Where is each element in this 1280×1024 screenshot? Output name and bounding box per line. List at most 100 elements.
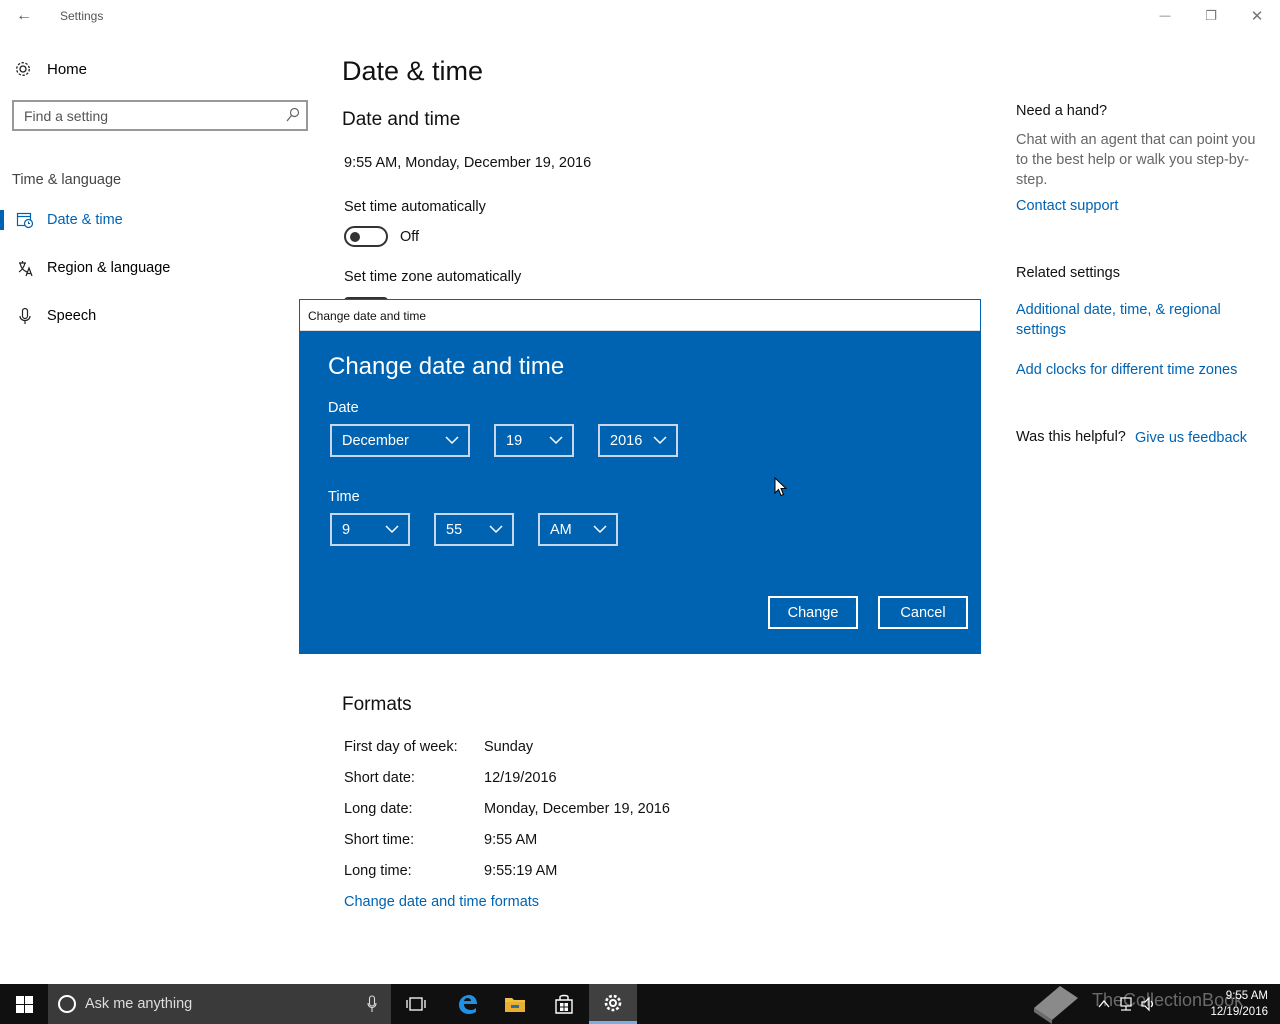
help-heading: Need a hand? <box>1016 103 1108 119</box>
search-input[interactable] <box>14 102 274 129</box>
close-button[interactable]: ✕ <box>1234 0 1280 32</box>
dialog-title-bar: Change date and time <box>300 300 980 331</box>
related-settings-heading: Related settings <box>1016 265 1120 281</box>
ampm-dropdown[interactable]: AM <box>538 513 618 546</box>
hour-dropdown[interactable]: 9 <box>330 513 410 546</box>
dialog-heading: Change date and time <box>328 353 565 380</box>
add-clocks-link[interactable]: Add clocks for different time zones <box>1016 360 1266 380</box>
additional-settings-link[interactable]: Additional date, time, & regional settin… <box>1016 300 1246 340</box>
system-tray: TheCollectionBook 9:55 AM 12/19/2016 <box>1030 984 1280 1024</box>
format-label: Long time: <box>344 863 412 879</box>
chevron-down-icon <box>445 436 459 445</box>
dialog-window-title: Change date and time <box>308 309 427 323</box>
region-language-icon <box>18 261 33 277</box>
window-title: Settings <box>60 9 104 23</box>
clock-time: 9:55 AM <box>1225 990 1268 1002</box>
store-taskbar-button[interactable] <box>540 984 588 1024</box>
search-icon <box>286 107 300 122</box>
hour-value: 9 <box>342 522 351 538</box>
chevron-down-icon <box>385 525 399 534</box>
windows-logo-icon <box>15 995 33 1013</box>
format-value: 9:55 AM <box>484 832 538 848</box>
network-icon[interactable] <box>1118 996 1134 1012</box>
format-label: Short date: <box>344 770 415 786</box>
month-value: December <box>342 433 409 449</box>
settings-search[interactable] <box>12 100 308 131</box>
sidebar-item-speech[interactable]: Speech <box>0 296 310 336</box>
chevron-down-icon <box>653 436 667 445</box>
nav-home[interactable]: Home <box>12 56 87 82</box>
edge-browser-icon <box>459 995 477 1014</box>
year-dropdown[interactable]: 2016 <box>598 424 678 457</box>
help-text: Chat with an agent that can point you to… <box>1016 132 1256 188</box>
page-title: Date & time <box>342 56 484 86</box>
restore-icon: ❐ <box>1205 8 1217 23</box>
settings-taskbar-button[interactable] <box>589 984 637 1024</box>
set-time-auto-toggle[interactable] <box>344 226 388 247</box>
store-bag-icon <box>555 994 573 1014</box>
day-value: 19 <box>506 433 523 449</box>
cortana-search-placeholder: Ask me anything <box>85 996 193 1012</box>
sidebar-item-date-time[interactable]: Date & time <box>0 200 310 240</box>
minute-value: 55 <box>446 522 463 538</box>
cortana-icon <box>58 995 76 1013</box>
clock-date: 12/19/2016 <box>1210 1006 1268 1018</box>
date-label: Date <box>328 400 359 416</box>
set-timezone-auto-label: Set time zone automatically <box>344 269 522 285</box>
file-explorer-button[interactable] <box>491 984 539 1024</box>
month-dropdown[interactable]: December <box>330 424 470 457</box>
microphone-icon[interactable] <box>367 995 377 1013</box>
ampm-value: AM <box>550 522 572 538</box>
current-datetime: 9:55 AM, Monday, December 19, 2016 <box>344 155 592 171</box>
mouse-cursor-icon <box>774 477 788 497</box>
back-button[interactable]: ← <box>0 0 48 32</box>
back-arrow-icon: ← <box>16 7 32 24</box>
change-button[interactable]: Change <box>768 596 858 629</box>
contact-support-link[interactable]: Contact support <box>1016 196 1266 216</box>
change-date-time-dialog: Change date and time Change date and tim… <box>299 299 981 654</box>
restore-button[interactable]: ❐ <box>1188 0 1234 32</box>
formats-title: Formats <box>342 694 412 715</box>
nav-home-label: Home <box>47 60 88 78</box>
gear-icon <box>16 62 30 76</box>
format-value: Monday, December 19, 2016 <box>484 801 670 817</box>
volume-icon[interactable] <box>1140 996 1156 1012</box>
cancel-button[interactable]: Cancel <box>878 596 968 629</box>
cortana-search-box[interactable]: Ask me anything <box>48 984 391 1024</box>
minimize-button[interactable]: — <box>1142 0 1188 32</box>
book-logo-icon <box>1034 986 1078 1024</box>
sidebar-item-label: Speech <box>47 308 97 324</box>
gear-icon <box>604 994 622 1011</box>
day-dropdown[interactable]: 19 <box>494 424 574 457</box>
sidebar-item-label: Region & language <box>47 260 171 276</box>
give-feedback-link[interactable]: Give us feedback <box>1135 428 1265 448</box>
taskbar-clock[interactable]: 9:55 AM 12/19/2016 <box>1210 988 1268 1020</box>
format-label: Short time: <box>344 832 415 848</box>
sidebar-item-region-language[interactable]: Region & language <box>0 248 310 288</box>
format-label: First day of week: <box>344 739 458 755</box>
calendar-clock-icon <box>16 212 34 229</box>
folder-icon <box>505 998 525 1012</box>
close-icon: ✕ <box>1250 8 1264 25</box>
taskbar: Ask me anything TheCollectionBook 9:55 A… <box>0 984 1280 1024</box>
sidebar-item-label: Date & time <box>47 212 123 228</box>
format-value: 9:55:19 AM <box>484 863 558 879</box>
title-bar: ← Settings — ❐ ✕ <box>0 0 1280 32</box>
chevron-down-icon <box>593 525 607 534</box>
minimize-icon: — <box>1159 10 1171 22</box>
time-label: Time <box>328 489 360 505</box>
chevron-up-icon[interactable] <box>1096 996 1112 1012</box>
edge-taskbar-button[interactable] <box>443 984 491 1024</box>
section-title: Date and time <box>342 109 461 130</box>
format-label: Long date: <box>344 801 413 817</box>
change-formats-link[interactable]: Change date and time formats <box>344 894 539 910</box>
minute-dropdown[interactable]: 55 <box>434 513 514 546</box>
format-value: Sunday <box>484 739 534 755</box>
chevron-down-icon <box>549 436 563 445</box>
task-view-icon <box>406 997 426 1011</box>
microphone-icon <box>19 307 31 324</box>
task-view-button[interactable] <box>392 984 440 1024</box>
toggle-state-label: Off <box>400 229 420 245</box>
year-value: 2016 <box>610 433 643 449</box>
start-button[interactable] <box>0 984 48 1024</box>
